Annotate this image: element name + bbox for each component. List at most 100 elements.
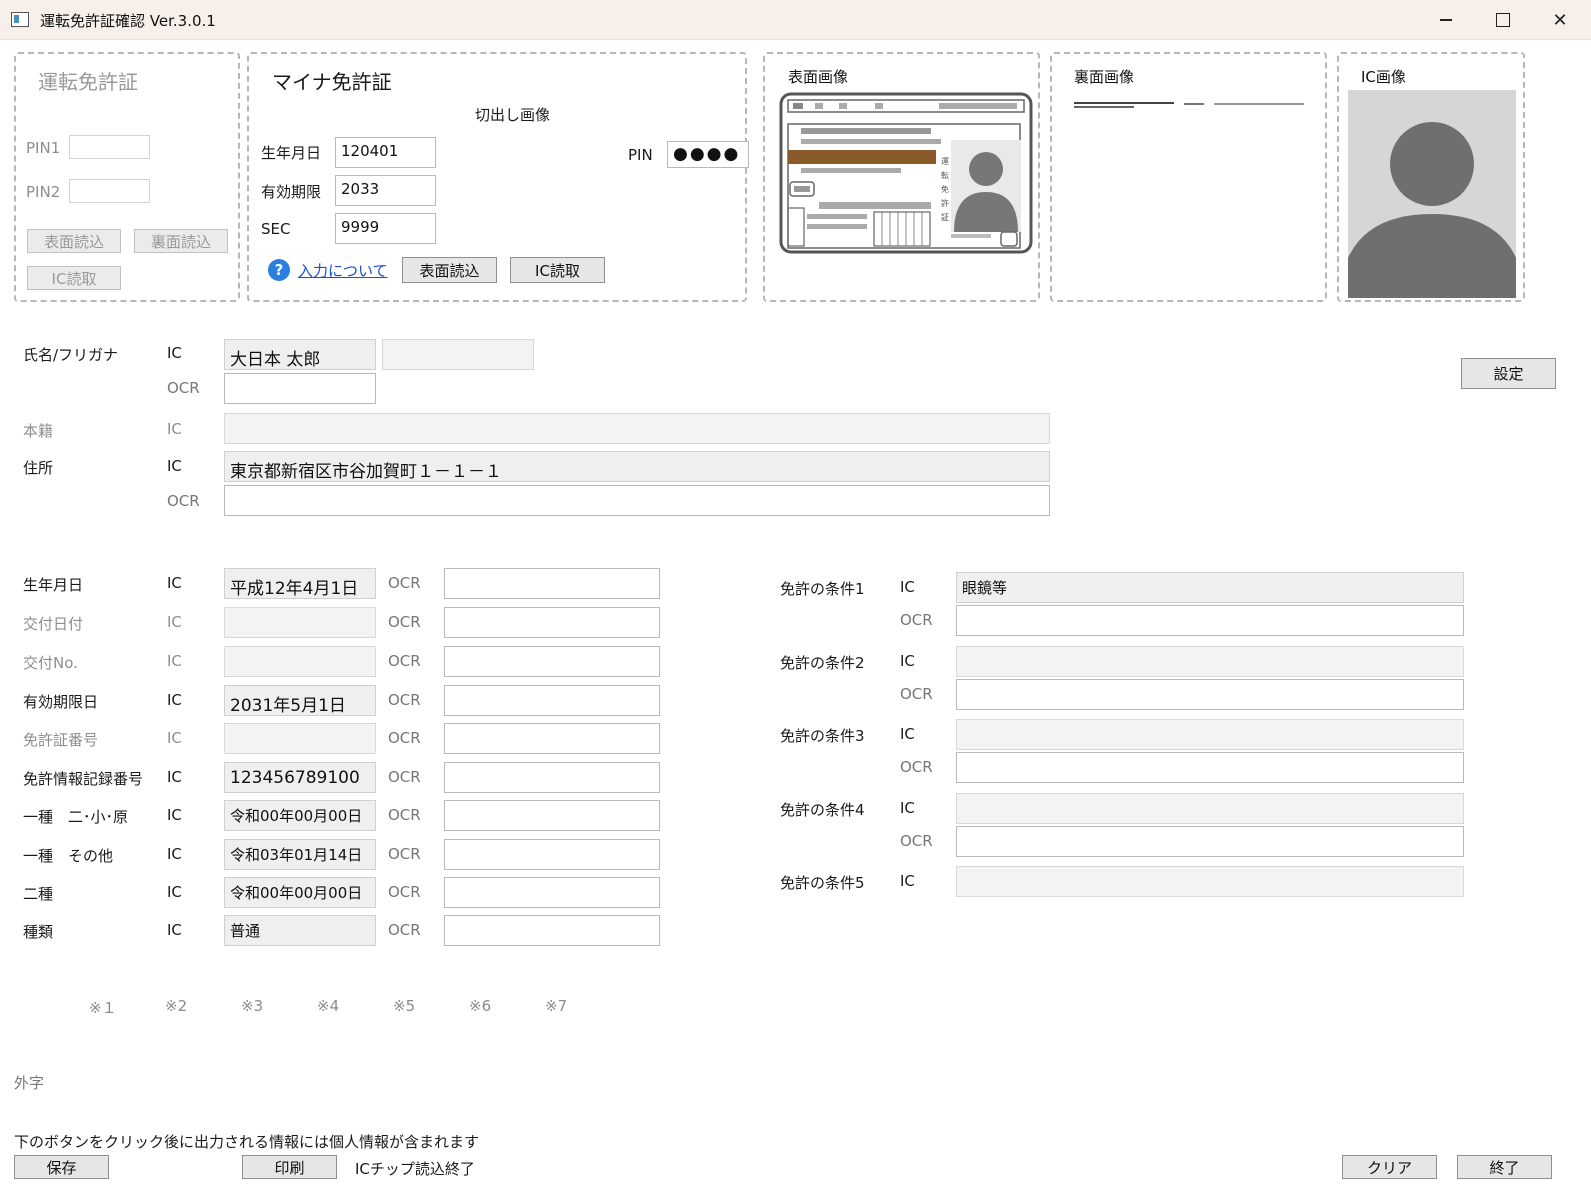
- condition-ic-label: IC: [900, 652, 915, 670]
- note-mark: ※6: [469, 997, 492, 1015]
- crop-image-label: 切出し画像: [475, 106, 551, 124]
- license-ic-read-button[interactable]: IC読取: [27, 266, 121, 290]
- name-ic-field[interactable]: 大日本 太郎: [224, 339, 376, 370]
- detail-label: 二種: [23, 885, 54, 903]
- detail-ocr-field[interactable]: [444, 877, 660, 908]
- detail-ic-field[interactable]: 令和03年01月14日: [224, 839, 376, 870]
- detail-ic-field[interactable]: 2031年5月1日: [224, 685, 376, 716]
- detail-ocr-field[interactable]: [444, 568, 660, 599]
- detail-ic-field[interactable]: 平成12年4月1日: [224, 568, 376, 599]
- detail-ic-field[interactable]: [224, 723, 376, 754]
- pin2-input[interactable]: [69, 179, 150, 203]
- detail-ic-label: IC: [167, 921, 182, 939]
- myna-pin-input[interactable]: ●●●●: [667, 141, 749, 168]
- detail-ocr-field[interactable]: [444, 607, 660, 638]
- detail-label: 免許情報記録番号: [23, 770, 144, 788]
- myna-expiry-label: 有効期限: [261, 183, 322, 201]
- condition-ic-label: IC: [900, 578, 915, 596]
- ic-image-title: IC画像: [1361, 68, 1406, 86]
- settings-button[interactable]: 設定: [1461, 358, 1556, 389]
- detail-ic-field[interactable]: [224, 646, 376, 677]
- close-button[interactable]: ✕: [1532, 0, 1588, 40]
- condition-ic-field[interactable]: 眼鏡等: [956, 572, 1464, 603]
- detail-ocr-field[interactable]: [444, 762, 660, 793]
- title-bar: 運転免許証確認 Ver.3.0.1 ✕: [0, 0, 1591, 40]
- condition-label: 免許の条件3: [780, 727, 865, 745]
- minimize-button[interactable]: [1418, 0, 1474, 40]
- name-ocr-field[interactable]: [224, 373, 376, 404]
- print-button[interactable]: 印刷: [242, 1155, 337, 1179]
- detail-ic-field[interactable]: 令和00年00月00日: [224, 800, 376, 831]
- condition-label: 免許の条件1: [780, 580, 865, 598]
- detail-ocr-field[interactable]: [444, 800, 660, 831]
- honseki-label: 本籍: [23, 422, 54, 440]
- svg-text:運: 運: [941, 157, 949, 166]
- front-image-title: 表面画像: [788, 68, 849, 86]
- myna-expiry-input[interactable]: 2033: [335, 175, 436, 206]
- detail-ocr-field[interactable]: [444, 723, 660, 754]
- address-ocr-label: OCR: [167, 492, 200, 510]
- condition-ocr-field[interactable]: [956, 826, 1464, 857]
- condition-ic-field[interactable]: [956, 866, 1464, 897]
- pin2-label: PIN2: [26, 183, 61, 201]
- detail-label: 一種 その他: [23, 847, 114, 865]
- myna-front-read-button[interactable]: 表面読込: [402, 257, 497, 283]
- pin1-input[interactable]: [69, 135, 150, 159]
- address-ic-label: IC: [167, 457, 182, 475]
- note-mark: ※5: [393, 997, 416, 1015]
- condition-ic-label: IC: [900, 799, 915, 817]
- condition-ic-field[interactable]: [956, 719, 1464, 750]
- detail-ic-label: IC: [167, 883, 182, 901]
- detail-ic-label: IC: [167, 652, 182, 670]
- detail-ocr-label: OCR: [388, 883, 421, 901]
- detail-ocr-field[interactable]: [444, 915, 660, 946]
- condition-ocr-label: OCR: [900, 758, 933, 776]
- detail-ocr-label: OCR: [388, 921, 421, 939]
- condition-label: 免許の条件5: [780, 874, 865, 892]
- detail-label: 生年月日: [23, 576, 84, 594]
- license-back-read-button[interactable]: 裏面読込: [134, 229, 228, 253]
- address-ocr-field[interactable]: [224, 485, 1050, 516]
- license-front-read-button[interactable]: 表面読込: [27, 229, 121, 253]
- detail-ic-field[interactable]: 令和00年00月00日: [224, 877, 376, 908]
- detail-ocr-field[interactable]: [444, 685, 660, 716]
- myna-birth-label: 生年月日: [261, 144, 322, 162]
- detail-ocr-label: OCR: [388, 691, 421, 709]
- note-mark: ※7: [545, 997, 568, 1015]
- condition-ic-field[interactable]: [956, 646, 1464, 677]
- address-ic-field[interactable]: 東京都新宿区市谷加賀町１－１－１: [224, 451, 1050, 482]
- condition-ocr-field[interactable]: [956, 752, 1464, 783]
- clear-button[interactable]: クリア: [1342, 1155, 1437, 1179]
- myna-ic-read-button[interactable]: IC読取: [510, 257, 605, 283]
- gaiji-label: 外字: [14, 1074, 45, 1092]
- condition-ic-field[interactable]: [956, 793, 1464, 824]
- save-button[interactable]: 保存: [14, 1155, 109, 1179]
- myna-sec-input[interactable]: 9999: [335, 213, 436, 244]
- detail-ic-field[interactable]: 普通: [224, 915, 376, 946]
- myna-pin-label: PIN: [628, 146, 653, 164]
- honseki-ic-label: IC: [167, 420, 182, 438]
- maximize-button[interactable]: [1475, 0, 1531, 40]
- detail-ocr-field[interactable]: [444, 839, 660, 870]
- license-panel-title: 運転免許証: [38, 70, 138, 94]
- name-ocr-label: OCR: [167, 379, 200, 397]
- detail-label: 有効期限日: [23, 693, 99, 711]
- help-icon[interactable]: ?: [268, 259, 290, 281]
- condition-ocr-field[interactable]: [956, 679, 1464, 710]
- exit-button[interactable]: 終了: [1457, 1155, 1552, 1179]
- condition-ic-label: IC: [900, 725, 915, 743]
- person-placeholder-icon: [1348, 90, 1516, 298]
- condition-label: 免許の条件2: [780, 654, 865, 672]
- detail-ocr-label: OCR: [388, 806, 421, 824]
- input-help-link[interactable]: 入力について: [298, 260, 388, 281]
- condition-ocr-field[interactable]: [956, 605, 1464, 636]
- name-kana-field[interactable]: [382, 339, 534, 370]
- detail-ocr-label: OCR: [388, 729, 421, 747]
- myna-birth-input[interactable]: 120401: [335, 137, 436, 168]
- detail-ocr-field[interactable]: [444, 646, 660, 677]
- detail-ic-field[interactable]: 123456789100: [224, 762, 376, 793]
- detail-ic-field[interactable]: [224, 607, 376, 638]
- name-label: 氏名/フリガナ: [23, 346, 119, 364]
- detail-ocr-label: OCR: [388, 845, 421, 863]
- honseki-ic-field[interactable]: [224, 413, 1050, 444]
